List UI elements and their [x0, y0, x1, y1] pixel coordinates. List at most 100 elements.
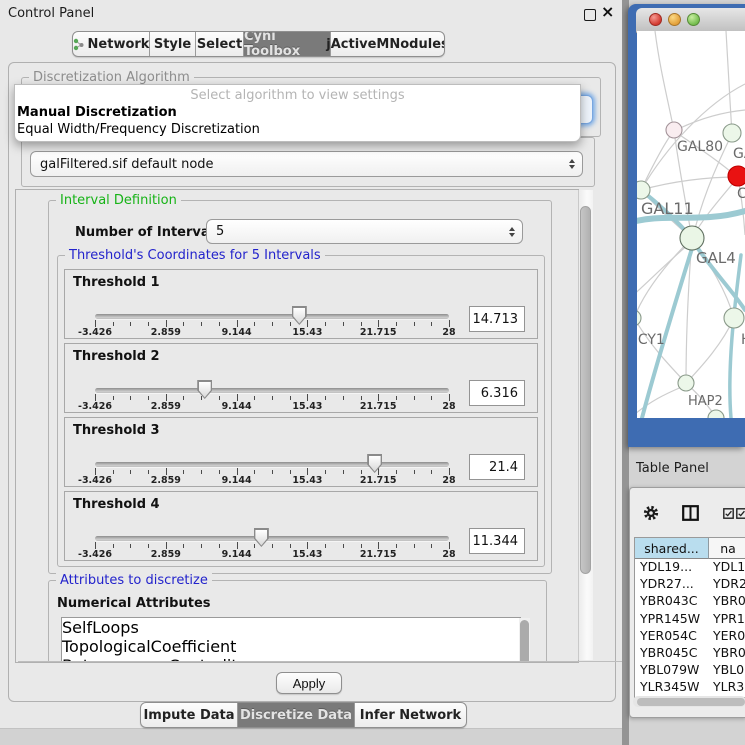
tab-label: Select	[197, 37, 242, 52]
slider-thumb[interactable]	[367, 454, 382, 473]
tick-minor	[290, 396, 291, 400]
slider-track[interactable]	[95, 314, 449, 319]
tab-network[interactable]: Network	[73, 32, 150, 56]
tick-minor	[219, 396, 220, 400]
tick-major	[95, 542, 96, 549]
network-node-hap2[interactable]	[678, 375, 694, 391]
table-row[interactable]: YER054CYER0	[635, 628, 745, 645]
slider-thumb[interactable]	[292, 306, 307, 325]
attribute-list-item[interactable]: TopologicalCoefficient	[62, 637, 520, 656]
cell-name: YBR0	[709, 593, 745, 610]
numerical-attributes-list[interactable]: SelfLoopsTopologicalCoefficientBetweenne…	[61, 617, 521, 663]
network-node[interactable]	[708, 410, 724, 418]
tab-impute-data[interactable]: Impute Data	[141, 703, 238, 727]
checkbox-icon[interactable]	[736, 508, 745, 519]
minimize-traffic-light-icon[interactable]	[668, 13, 681, 26]
column-header-shared-name[interactable]: shared...	[635, 538, 709, 559]
network-edge[interactable]	[641, 177, 737, 190]
tab-jactivemnodules[interactable]: jActiveMNodules	[331, 32, 444, 56]
tab-infer-network[interactable]: Infer Network	[355, 703, 466, 727]
tick-minor	[272, 470, 273, 474]
tick-label: 9.144	[222, 327, 252, 338]
scrollbar-thumb[interactable]	[637, 698, 745, 706]
threshold-panel-4: Threshold 4-3.4262.8599.14415.4321.71528…	[64, 491, 538, 561]
node-label-gal11: GAL11	[641, 199, 694, 218]
tab-label: jActiveMNodules	[326, 37, 445, 52]
tick-minor	[113, 470, 114, 474]
network-edge-highlighted[interactable]	[730, 255, 741, 418]
table-row[interactable]: YDR27...YDR2	[635, 576, 745, 593]
network-edge[interactable]	[637, 243, 690, 300]
threshold-value-field[interactable]: 21.4	[469, 454, 525, 480]
network-edge[interactable]	[655, 31, 674, 131]
num-intervals-combobox[interactable]: 5	[206, 219, 523, 244]
float-window-icon[interactable]	[584, 9, 596, 21]
tick-label: 15.43	[292, 327, 322, 338]
network-node-gal11[interactable]	[637, 181, 650, 199]
threshold-panel-1: Threshold 1-3.4262.8599.14415.4321.71528…	[64, 269, 538, 339]
network-window-titlebar[interactable]	[636, 8, 745, 33]
slider-track[interactable]	[95, 536, 449, 541]
tab-discretize-data[interactable]: Discretize Data	[238, 703, 355, 727]
table-row[interactable]: YPR145WYPR1	[635, 611, 745, 628]
attribute-list-item[interactable]: SelfLoops	[62, 618, 520, 637]
tick-minor	[254, 396, 255, 400]
table-row[interactable]: YDL19...YDL1	[635, 559, 745, 576]
tab-select[interactable]: Select	[196, 32, 244, 56]
column-header-name[interactable]: na	[709, 538, 745, 559]
network-node-gal4[interactable]	[680, 226, 704, 250]
network-edge[interactable]	[688, 318, 734, 381]
tick-minor	[361, 396, 362, 400]
tick-minor	[414, 396, 415, 400]
slider-track[interactable]	[95, 462, 449, 467]
apply-button[interactable]: Apply	[276, 672, 342, 694]
slider-thumb[interactable]	[254, 528, 269, 547]
main-scrollbar[interactable]	[578, 190, 593, 660]
close-icon[interactable]: ×	[601, 2, 614, 21]
list-scrollbar[interactable]	[519, 618, 530, 662]
popup-option-equal-width-frequency[interactable]: Equal Width/Frequency Discretization	[17, 122, 260, 137]
table-row[interactable]: YBR043CYBR0	[635, 593, 745, 610]
table-horizontal-scrollbar[interactable]	[633, 696, 745, 707]
tick-minor	[219, 322, 220, 326]
cell-name: YBL0	[709, 662, 745, 679]
tick-minor	[148, 544, 149, 548]
group-title: Discretization Algorithm	[29, 70, 194, 85]
network-canvas[interactable]: GAL80GAL11GAL4GCY1HHAP2GAC	[637, 31, 745, 418]
tick-label: 28	[442, 327, 455, 338]
network-edge-highlighted[interactable]	[642, 242, 694, 418]
tab-style[interactable]: Style	[150, 32, 196, 56]
scrollbar-thumb[interactable]	[580, 206, 591, 574]
network-node-gal80[interactable]	[666, 122, 682, 138]
close-traffic-light-icon[interactable]	[649, 13, 662, 26]
scrollbar-thumb[interactable]	[520, 620, 529, 662]
tab-cyni-toolbox[interactable]: Cyni Toolbox	[244, 32, 331, 56]
table-data-combobox[interactable]: galFiltered.sif default node	[30, 151, 583, 177]
slider-track[interactable]	[95, 388, 449, 393]
tick-label: 2.859	[151, 401, 181, 412]
tick-minor	[343, 396, 344, 400]
gear-icon[interactable]	[642, 504, 660, 522]
network-node-gcy1[interactable]	[637, 310, 641, 326]
tick-minor	[431, 470, 432, 474]
checkbox-icon[interactable]	[723, 508, 734, 519]
network-node[interactable]	[723, 124, 741, 142]
cell-shared-name: YLR345W	[635, 679, 709, 696]
table-row[interactable]: YBL079WYBL0	[635, 662, 745, 679]
network-node[interactable]	[728, 166, 745, 186]
network-node-h[interactable]	[724, 308, 744, 328]
threshold-value-field[interactable]: 11.344	[469, 528, 525, 554]
tick-label: -3.426	[78, 475, 112, 486]
table-row[interactable]: YLR345WYLR3	[635, 679, 745, 696]
slider-thumb[interactable]	[197, 380, 212, 399]
table-row[interactable]: YBR045CYBR0	[635, 645, 745, 662]
tick-minor	[183, 544, 184, 548]
popup-option-manual-discretization[interactable]: Manual Discretization	[17, 105, 177, 120]
network-edge[interactable]	[726, 31, 732, 134]
threshold-value-field[interactable]: 14.713	[469, 306, 525, 332]
threshold-value-field[interactable]: 6.316	[469, 380, 525, 406]
zoom-traffic-light-icon[interactable]	[687, 13, 700, 26]
tick-major	[95, 320, 96, 327]
columns-icon[interactable]	[682, 505, 699, 521]
table-panel-title: Table Panel	[636, 461, 709, 476]
